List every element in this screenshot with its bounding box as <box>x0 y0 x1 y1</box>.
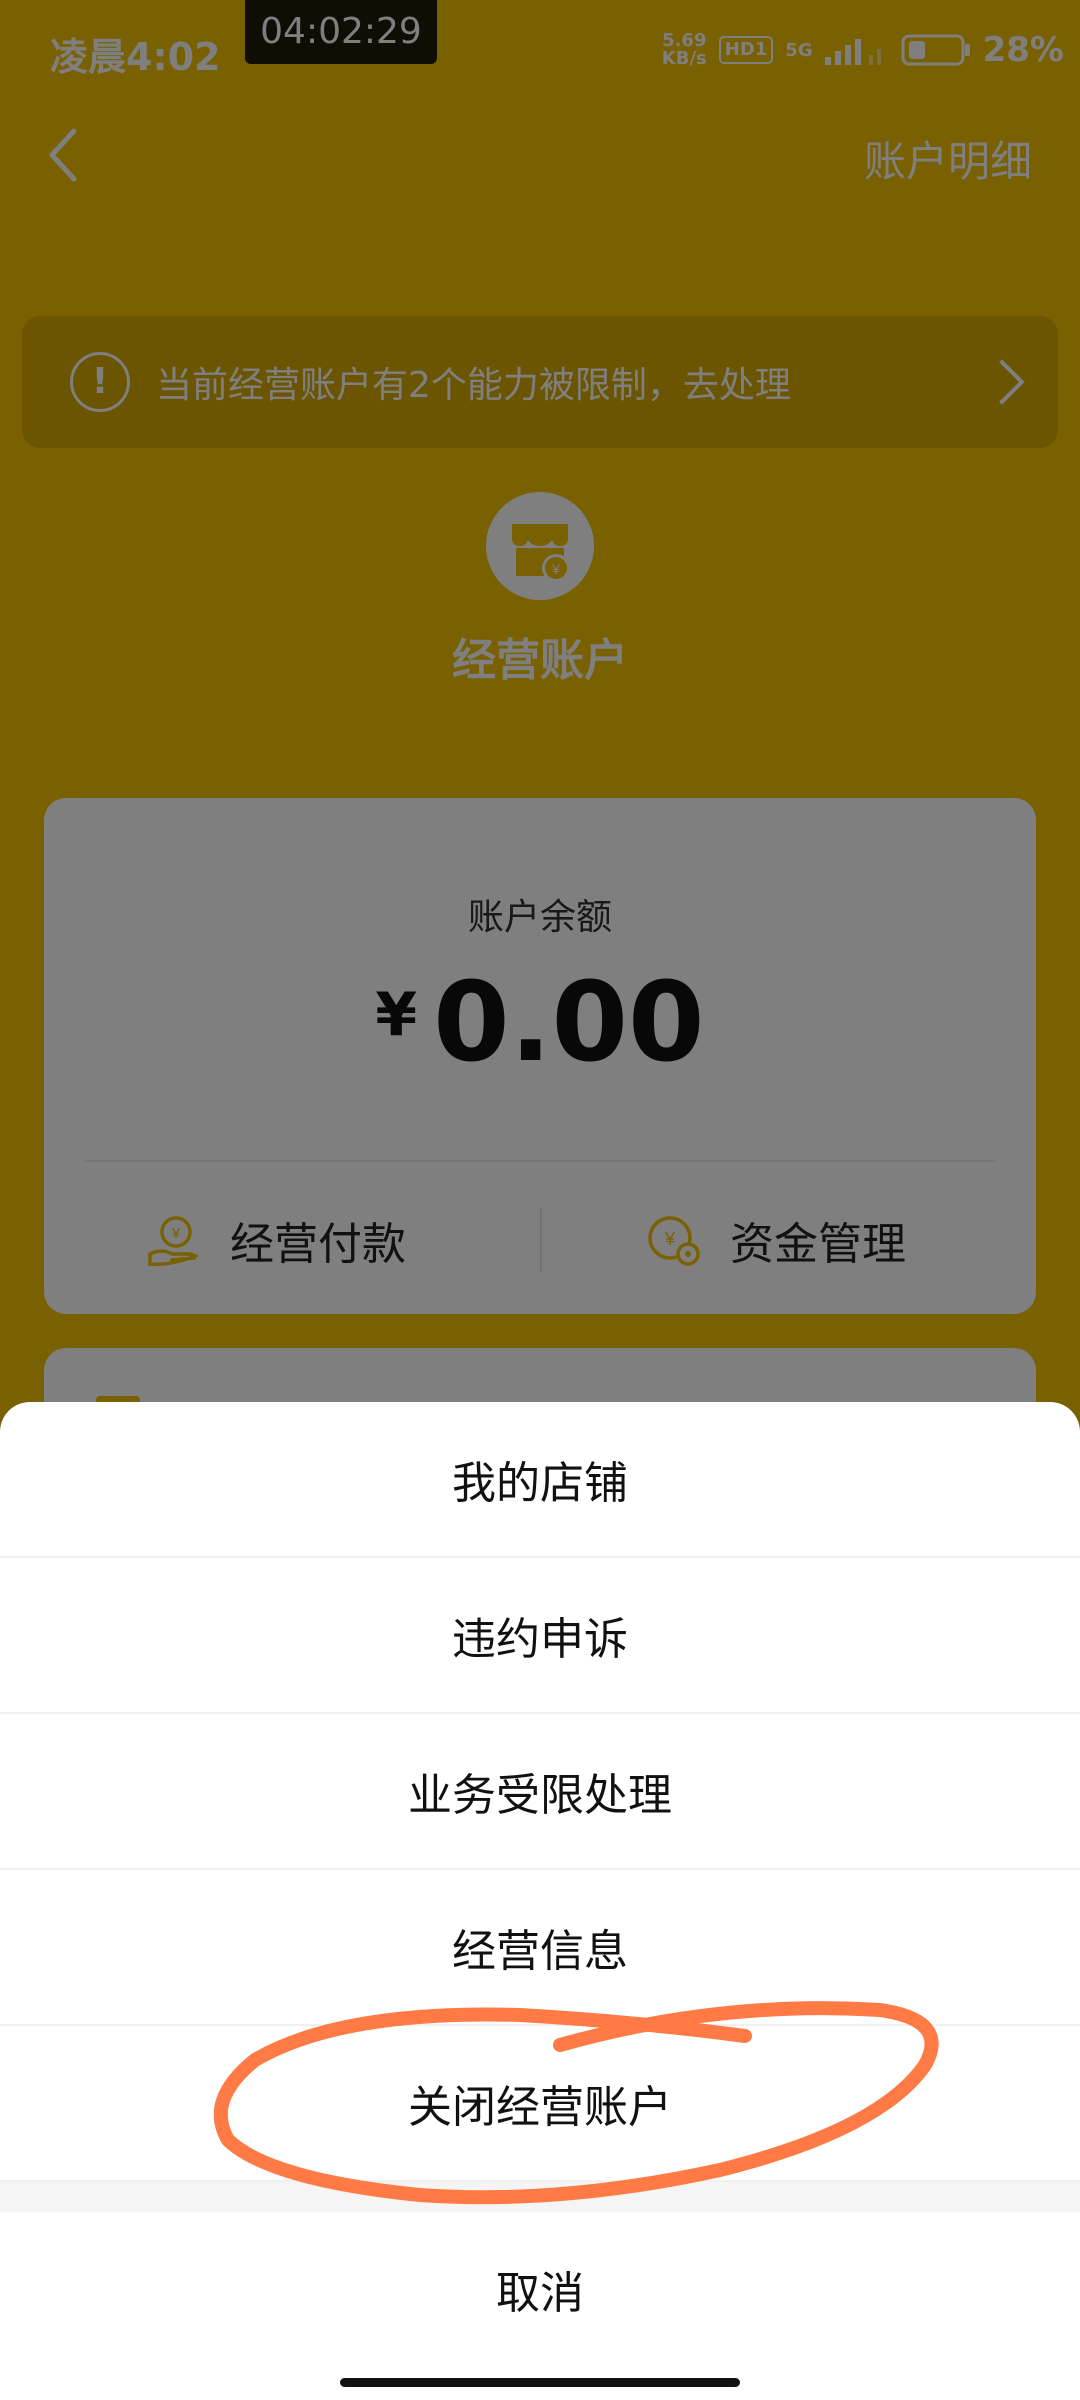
sheet-item-business-info[interactable]: 经营信息 <box>0 1870 1080 2026</box>
sheet-item-close-account[interactable]: 关闭经营账户 <box>0 2026 1080 2182</box>
home-indicator[interactable] <box>340 2378 740 2387</box>
sheet-item-violation-appeal[interactable]: 违约申诉 <box>0 1558 1080 1714</box>
action-sheet: 我的店铺 违约申诉 业务受限处理 经营信息 关闭经营账户 取消 <box>0 1402 1080 2400</box>
cancel-button[interactable]: 取消 <box>0 2212 1080 2366</box>
wallet-page: 凌晨4:02 04:02:29 5.69 KB/s HD1 5G 2 <box>0 0 1080 2400</box>
sheet-item-restriction-handling[interactable]: 业务受限处理 <box>0 1714 1080 1870</box>
sheet-item-my-store[interactable]: 我的店铺 <box>0 1402 1080 1558</box>
sheet-separator <box>0 2182 1080 2212</box>
